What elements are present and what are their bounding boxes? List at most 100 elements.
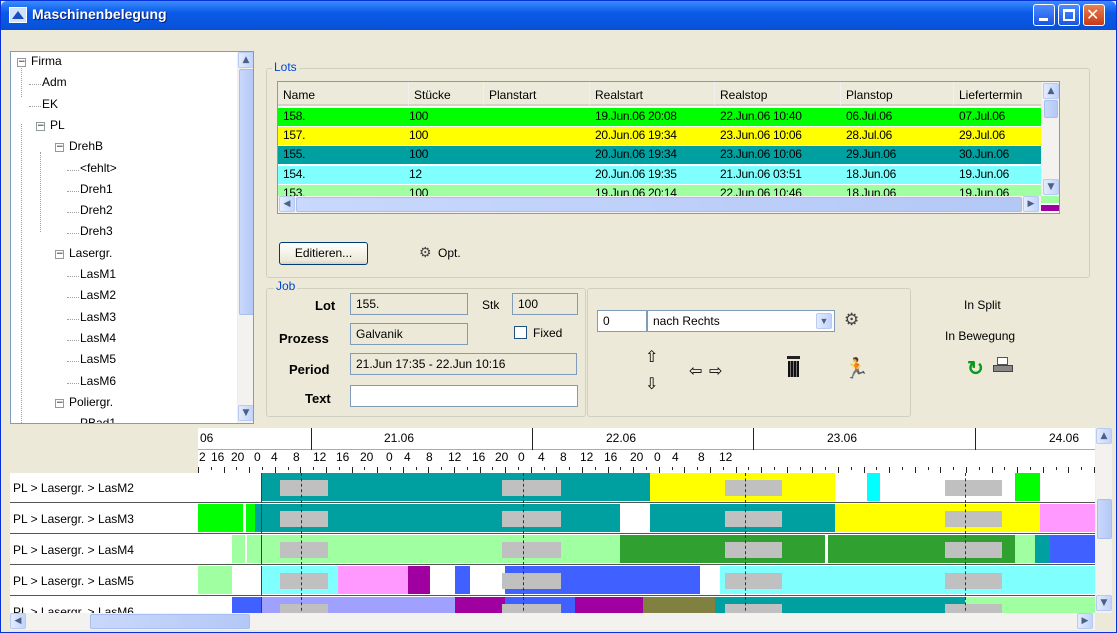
gantt-bar[interactable] (455, 566, 470, 594)
gantt-bar[interactable] (867, 473, 880, 501)
gantt-bar[interactable] (1040, 473, 1095, 501)
gantt-hscroll-thumb[interactable] (90, 614, 250, 629)
maximize-button[interactable] (1058, 4, 1080, 26)
gantt-bar[interactable] (198, 504, 243, 532)
settings-gear-icon[interactable]: ⚙ (844, 310, 859, 330)
tree-item[interactable]: Dreh2 (80, 203, 113, 217)
chevron-down-icon[interactable]: ▼ (816, 313, 832, 329)
column-header[interactable]: Realstart (590, 82, 715, 106)
column-header[interactable]: Stücke (409, 82, 484, 106)
gantt-row[interactable]: PL > Lasergr. > LasM5 (10, 566, 1095, 596)
column-header[interactable]: Liefertermin (954, 82, 1042, 106)
text-input[interactable] (350, 385, 578, 407)
lots-scroll-down-button[interactable]: ▼ (1043, 179, 1059, 195)
table-row[interactable]: 158. 100 19.Jun.06 20:08 22.Jun.06 10:40 06.… (278, 108, 1059, 126)
column-header[interactable]: Planstop (841, 82, 954, 106)
edit-button[interactable]: Editieren... (279, 242, 368, 265)
gantt-horizontal-scrollbar[interactable]: ◀ ▶ (10, 613, 1095, 630)
gantt-bar[interactable] (198, 566, 232, 594)
printer-icon[interactable] (992, 357, 1014, 375)
arrow-up-icon[interactable]: ⇧ (645, 347, 658, 367)
title-bar[interactable]: Maschinenbelegung ✕ (1, 1, 1116, 30)
gantt-bar[interactable] (472, 566, 505, 594)
tree-item[interactable]: LasM3 (80, 310, 116, 324)
tree-item[interactable]: Dreh1 (80, 182, 113, 196)
lots-vertical-scrollbar[interactable]: ▲ ▼ (1041, 82, 1059, 196)
direction-select[interactable]: nach Rechts ▼ (647, 310, 835, 332)
tree-scroll-thumb[interactable] (239, 69, 253, 315)
column-header[interactable]: Planstart (484, 82, 590, 106)
tree-item[interactable]: PL (50, 118, 65, 132)
gantt-bar[interactable] (575, 597, 643, 613)
tree-expand-toggle[interactable]: − (55, 398, 64, 408)
tree-item[interactable]: LasM5 (80, 352, 116, 366)
gantt-bar[interactable] (198, 597, 232, 613)
arrow-down-icon[interactable]: ⇩ (645, 374, 658, 394)
gantt-bar[interactable] (1015, 473, 1040, 501)
tree-expand-toggle[interactable]: − (55, 249, 64, 259)
gears-icon[interactable]: ⚙ (419, 244, 432, 261)
tree-item[interactable]: LasM6 (80, 374, 116, 388)
fixed-label[interactable]: Fixed (533, 326, 562, 340)
tree-item[interactable]: Adm (42, 75, 67, 89)
gantt-row[interactable]: PL > Lasergr. > LasM4 (10, 535, 1095, 565)
lots-scroll-left-button[interactable]: ◀ (279, 196, 295, 212)
gantt-row[interactable]: PL > Lasergr. > LasM6 (10, 597, 1095, 613)
gantt-scroll-up-button[interactable]: ▲ (1096, 428, 1112, 444)
tree-item[interactable]: Lasergr. (69, 246, 112, 260)
fixed-checkbox[interactable] (514, 326, 527, 339)
trash-icon[interactable] (787, 356, 800, 378)
lots-scroll-thumb[interactable] (1044, 100, 1058, 118)
tree-item[interactable]: LasM1 (80, 267, 116, 281)
arrow-right-icon[interactable]: ⇨ (709, 361, 722, 381)
gantt-scroll-down-button[interactable]: ▼ (1096, 595, 1112, 611)
gantt-bar[interactable] (246, 504, 255, 532)
close-button[interactable]: ✕ (1083, 4, 1105, 26)
tree-scroll-down-button[interactable]: ▼ (238, 405, 253, 421)
gantt-bar[interactable] (232, 535, 245, 563)
tree-scroll-up-button[interactable]: ▲ (238, 52, 253, 68)
gantt-bar[interactable] (1015, 535, 1035, 563)
gantt-bar[interactable] (1040, 504, 1095, 532)
gantt-bar[interactable] (1050, 535, 1095, 563)
lots-scroll-up-button[interactable]: ▲ (1043, 83, 1059, 99)
column-header[interactable]: Realstop (715, 82, 841, 106)
gantt-bar[interactable] (198, 535, 232, 563)
gantt-bar[interactable] (835, 473, 867, 501)
lots-horizontal-scrollbar[interactable]: ◀ ▶ (278, 196, 1041, 213)
gantt-bar[interactable] (232, 566, 261, 594)
gantt-bar[interactable] (430, 566, 455, 594)
table-row[interactable]: 155. 100 20.Jun.06 19:34 23.Jun.06 10:06 29.… (278, 146, 1059, 165)
gantt-bar[interactable] (620, 504, 650, 532)
gantt-bar[interactable] (700, 566, 717, 594)
lots-scroll-right-button[interactable]: ▶ (1023, 196, 1039, 212)
gantt-bar[interactable] (620, 535, 825, 563)
arrow-left-icon[interactable]: ⇦ (689, 361, 702, 381)
gantt-row[interactable]: PL > Lasergr. > LasM3 (10, 504, 1095, 534)
tree-item[interactable]: DrehB (69, 139, 103, 153)
gantt-bar[interactable] (835, 504, 1040, 532)
gantt-scroll-thumb[interactable] (1097, 499, 1112, 539)
tree-item[interactable]: EK (42, 97, 58, 111)
table-row[interactable]: 154. 12 20.Jun.06 19:35 21.Jun.06 03:51 18.J… (278, 165, 1059, 184)
tree-item[interactable]: Firma (31, 54, 62, 68)
gantt-row[interactable]: PL > Lasergr. > LasM2 (10, 473, 1095, 503)
tree-expand-toggle[interactable]: − (36, 121, 45, 131)
gantt-bar[interactable] (455, 597, 505, 613)
tree-expand-toggle[interactable]: − (55, 143, 64, 153)
column-header[interactable]: Name (278, 82, 409, 106)
table-row[interactable]: 157. 100 20.Jun.06 19:34 23.Jun.06 10:06 28.… (278, 127, 1059, 146)
tree-item[interactable]: <fehlt> (80, 161, 117, 175)
minimize-button[interactable] (1033, 4, 1055, 26)
tree-item[interactable]: PBad1 (80, 416, 116, 423)
gantt-scroll-right-button[interactable]: ▶ (1077, 613, 1093, 629)
tree-item[interactable]: Poliergr. (69, 395, 113, 409)
tree-item[interactable]: LasM2 (80, 288, 116, 302)
gantt-bar[interactable] (338, 566, 365, 594)
gantt-bar[interactable] (198, 473, 261, 501)
refresh-icon[interactable]: ↻ (967, 356, 984, 381)
gantt-bar[interactable] (232, 597, 261, 613)
gantt-bar[interactable] (408, 566, 430, 594)
tree-vertical-scrollbar[interactable]: ▲ ▼ (237, 52, 253, 423)
gantt-bar[interactable] (643, 597, 715, 613)
